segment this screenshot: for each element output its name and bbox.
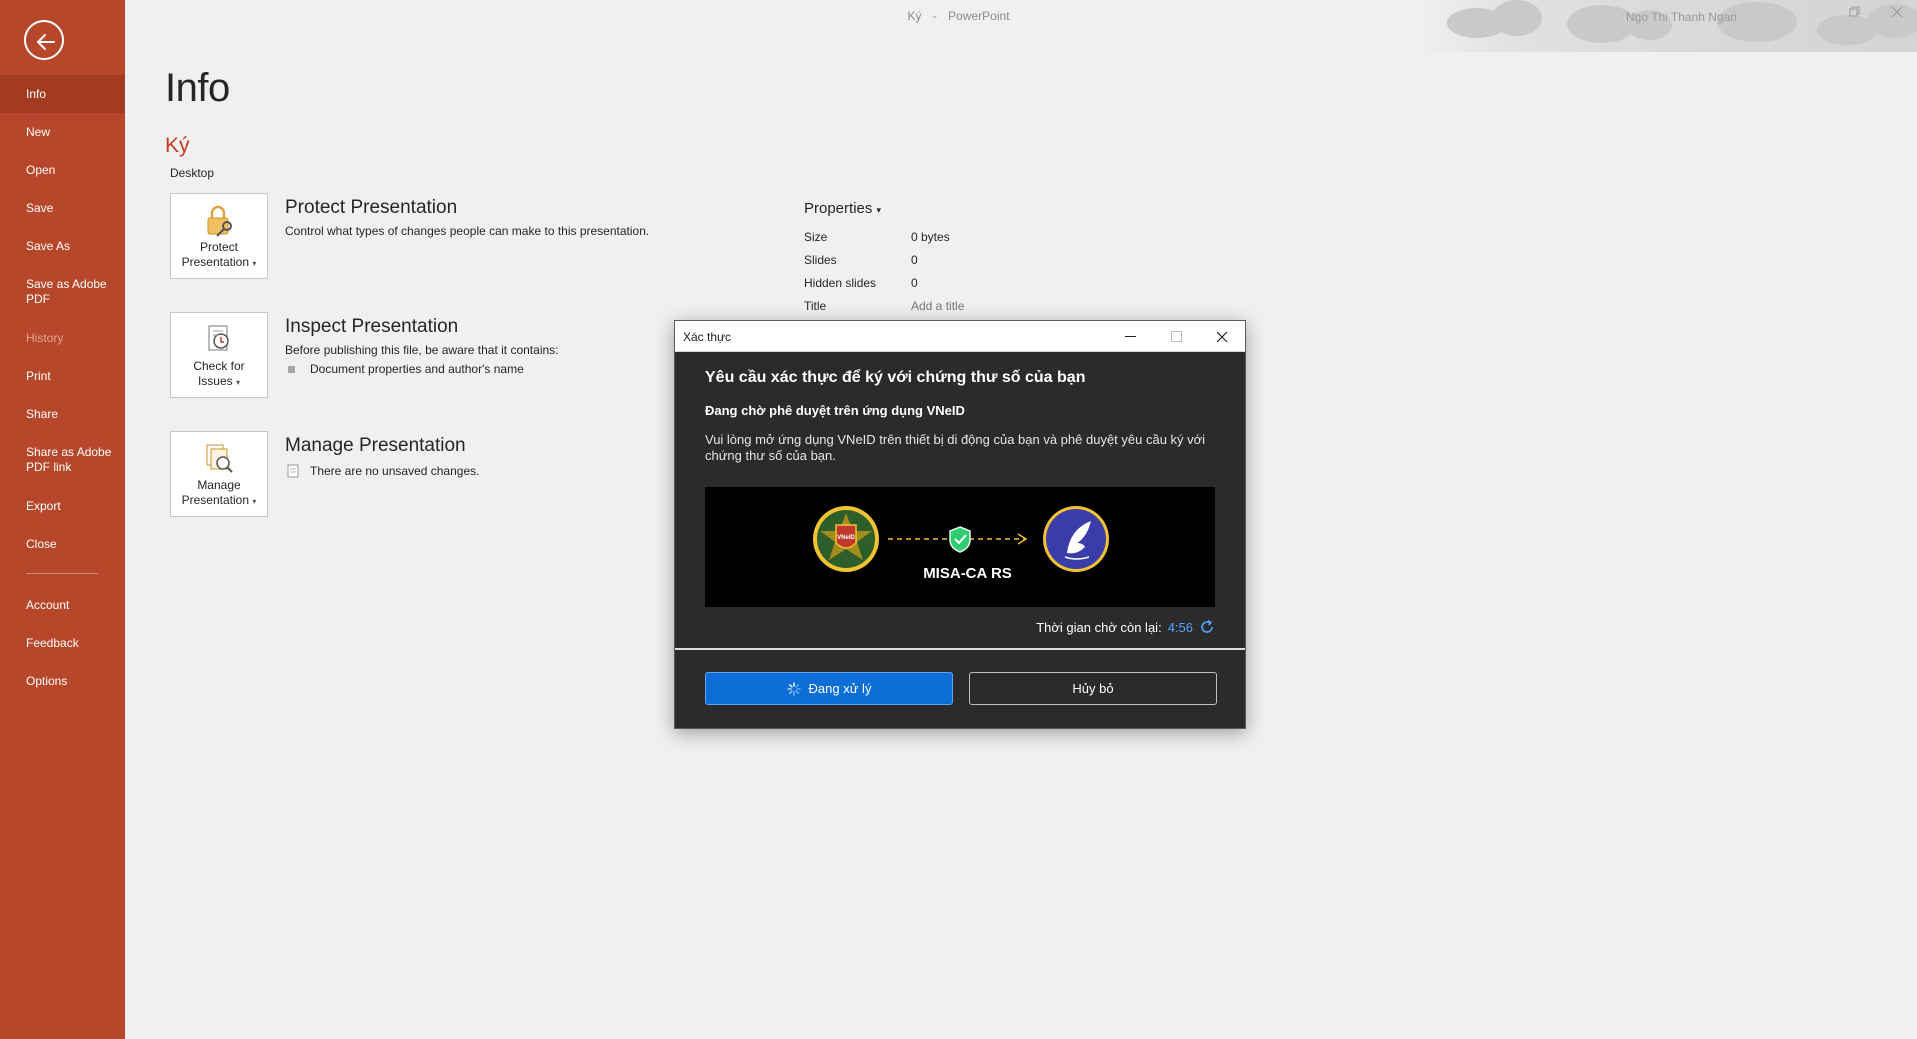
window-app-name: PowerPoint [948,9,1010,23]
page-title: Info [165,66,230,110]
timer-label: Thời gian chờ còn lại: [1036,619,1162,635]
prop-title-input[interactable]: Add a title [911,299,964,313]
nav-options[interactable]: Options [0,674,125,689]
prop-title-label: Title [804,299,827,313]
manage-presentation-button[interactable]: Manage Presentation ▾ [170,431,268,517]
minimize-icon [1124,336,1136,337]
check-button-line2: Issues [197,374,233,388]
chevron-down-icon: ▾ [252,259,257,268]
manage-title: Manage Presentation [285,435,466,456]
nav-save-as-adobe-pdf[interactable]: Save as Adobe PDF [0,277,110,307]
inspect-document-icon [208,325,229,351]
nav-save-as[interactable]: Save As [0,239,125,254]
manage-button-line2: Presentation [181,493,250,507]
prop-slides-label: Slides [804,253,837,267]
properties-header[interactable]: Properties ▾ [804,200,881,217]
banner-art: VNeID [813,506,1109,572]
check-button-line1: Check for [193,359,245,373]
protect-description: Control what types of changes people can… [285,224,650,238]
nav-share[interactable]: Share [0,407,125,422]
restore-icon[interactable] [1849,6,1861,21]
dialog-close-button[interactable] [1199,321,1245,352]
processing-button[interactable]: Đang xử lý [705,672,953,705]
title-bar-background-art [1417,0,1917,52]
close-icon [1216,331,1228,342]
dialog-title: Xác thực [683,330,732,344]
nav-save[interactable]: Save [0,201,125,216]
maximize-button [1153,321,1199,352]
properties-title: Properties [804,200,873,217]
protect-presentation-button[interactable]: Protect Presentation ▾ [170,193,268,279]
protect-title: Protect Presentation [285,197,458,218]
nav-feedback[interactable]: Feedback [0,636,125,651]
dialog-message: Vui lòng mở ứng dụng VNeID trên thiết bị… [705,432,1206,463]
dialog-heading: Yêu cầu xác thực để ký với chứng thư số … [705,369,1086,386]
nav-info[interactable]: Info [0,75,125,113]
refresh-icon[interactable] [1199,619,1215,635]
signing-banner: VNeID MISA-CA RS [705,487,1215,607]
nav-share-as-adobe-pdf-link[interactable]: Share as Adobe PDF link [0,445,112,475]
prop-size-label: Size [804,230,828,244]
inspect-title: Inspect Presentation [285,316,459,337]
prop-slides-value: 0 [911,253,918,267]
dialog-divider [675,648,1245,650]
close-icon[interactable] [1891,6,1903,21]
nav-print[interactable]: Print [0,369,125,384]
inspect-bullet: Document properties and author's name [288,362,524,376]
prop-size-value: 0 bytes [911,230,950,244]
shield-check-icon [949,526,971,553]
account-user-name[interactable]: Ngo Thi Thanh Ngan [1626,10,1737,24]
dialog-titlebar: Xác thực [675,321,1245,352]
window-doc-title: Ký [907,9,922,23]
document-name: Ký [165,134,190,157]
timer-value: 4:56 [1167,619,1193,635]
dialog-subheading: Đang chờ phê duyệt trên ứng dụng VNeID [705,403,965,418]
authentication-dialog: Xác thực Yêu cầu xác thực để ký với chứn… [674,320,1246,729]
back-button[interactable] [24,20,64,60]
cancel-button-label: Hủy bỏ [1072,681,1114,696]
protect-button-line1: Protect [199,240,238,254]
prop-hidden-slides-label: Hidden slides [804,276,877,290]
nav-separator [26,573,98,574]
manage-note-text: There are no unsaved changes. [310,464,480,478]
maximize-icon [1170,331,1182,342]
cancel-button[interactable]: Hủy bỏ [969,672,1217,705]
processing-button-label: Đang xử lý [808,681,872,696]
document-icon [287,464,299,478]
prop-hidden-slides-value: 0 [911,276,918,290]
loading-spinner-icon [786,681,801,696]
chevron-down-icon: ▾ [236,378,241,387]
nav-history: History [26,331,64,345]
banner-label: MISA-CA RS [923,565,1012,582]
check-for-issues-button[interactable]: Check for Issues ▾ [170,312,268,398]
back-arrow-icon [37,34,55,50]
inspect-bullet-text: Document properties and author's name [310,362,524,376]
nav-account[interactable]: Account [0,598,125,613]
manage-button-line1: Manage [197,478,241,492]
protect-button-line2: Presentation [181,255,250,269]
backstage-sidebar: Info New Open Save Save As Save as Adobe… [0,0,125,1039]
nav-close[interactable]: Close [0,537,125,552]
minimize-button[interactable] [1107,321,1153,352]
nav-export[interactable]: Export [0,499,125,514]
document-location[interactable]: Desktop [170,166,214,180]
misa-ca-logo-icon [1043,506,1109,572]
manage-note: There are no unsaved changes. [286,464,479,478]
bullet-icon [288,365,295,373]
chevron-down-icon: ▾ [252,497,257,506]
timer-row: Thời gian chờ còn lại: 4:56 [1036,619,1215,635]
lock-key-icon [207,205,232,237]
window-title-separator: - [932,9,937,23]
inspect-description: Before publishing this file, be aware th… [285,343,559,357]
manage-versions-icon [206,444,233,473]
vneid-badge-text: VNeID [837,535,855,541]
vneid-logo-icon: VNeID [813,506,879,572]
nav-open[interactable]: Open [0,163,125,178]
chevron-down-icon: ▾ [876,205,882,215]
nav-new[interactable]: New [0,125,125,140]
